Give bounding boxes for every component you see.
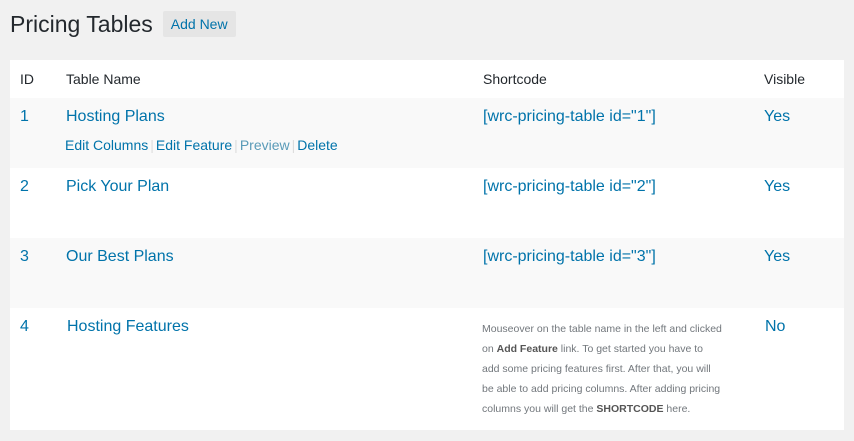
table-row: 1 Hosting Plans Edit Columns | Edit Featur… [10,98,844,168]
row-id: 2 [20,178,29,195]
pricing-tables-table: ID Table Name Shortcode Visible 1 Hostin… [10,60,844,430]
visible-status: Yes [764,108,791,125]
shortcode-hint: Mouseover on the table name in the left … [482,319,722,419]
shortcode-text: [wrc-pricing-table id="2"] [483,178,656,195]
table-header-row: ID Table Name Shortcode Visible [10,60,844,98]
action-separator: | [291,137,296,153]
row-id: 4 [20,318,29,335]
action-separator: | [234,137,238,153]
edit-feature-link[interactable]: Edit Feature [156,137,232,153]
visible-status: Yes [764,178,791,195]
add-new-button[interactable]: Add New [162,11,236,37]
table-row: 3 Our Best Plans [wrc-pricing-table id="… [10,238,844,308]
table-name-link[interactable]: Our Best Plans [66,248,174,266]
column-header-visible[interactable]: Visible [764,71,805,87]
column-header-table-name[interactable]: Table Name [66,71,141,87]
table-name-link[interactable]: Pick Your Plan [66,178,169,196]
table-row: 2 Pick Your Plan [wrc-pricing-table id="… [10,168,844,238]
delete-link[interactable]: Delete [297,137,337,153]
row-id: 3 [20,248,29,265]
table-name-link[interactable]: Hosting Plans [66,108,165,126]
hint-text: here. [663,403,691,415]
shortcode-text: [wrc-pricing-table id="3"] [483,248,656,265]
row-actions: Edit Columns | Edit Feature | Preview | Delete [65,137,338,153]
visible-status: No [765,318,786,335]
action-separator: | [150,137,154,153]
column-header-id[interactable]: ID [20,71,34,87]
hint-add-feature: Add Feature [496,343,558,355]
table-row: 4 Hosting Features Mouseover on the tabl… [10,308,844,430]
table-name-link[interactable]: Hosting Features [67,318,189,336]
visible-status: Yes [764,248,791,265]
column-header-shortcode[interactable]: Shortcode [483,71,547,87]
page-title: Pricing Tables [10,11,153,37]
preview-link[interactable]: Preview [240,137,290,153]
edit-columns-link[interactable]: Edit Columns [65,137,148,153]
page-header: Pricing Tables Add New [10,10,236,38]
row-id: 1 [20,108,29,125]
hint-shortcode: SHORTCODE [596,403,664,415]
shortcode-text: [wrc-pricing-table id="1"] [483,108,656,125]
